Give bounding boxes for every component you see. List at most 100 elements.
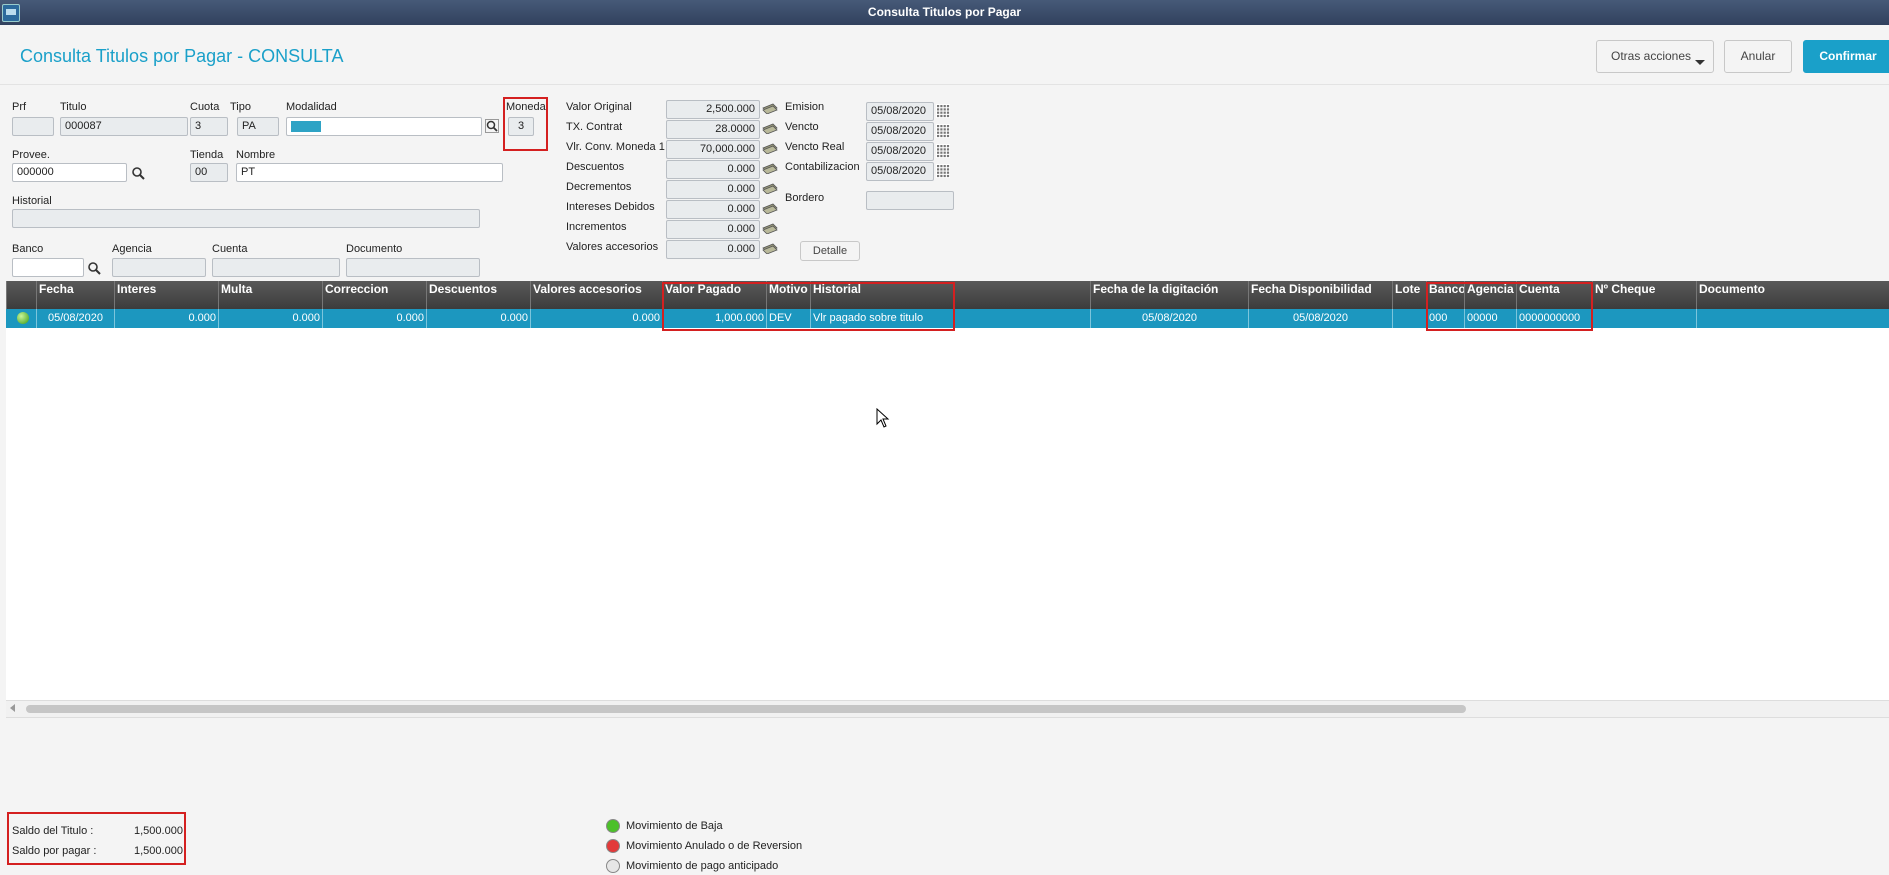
- grid-cell-lote[interactable]: [1392, 309, 1426, 328]
- page-title: Consulta Titulos por Pagar - CONSULTA: [20, 46, 344, 66]
- scrollbar-thumb[interactable]: [26, 705, 1466, 713]
- historial-label: Historial: [12, 195, 52, 207]
- grid-header-col[interactable]: Historial: [810, 281, 1090, 309]
- grid-header-col[interactable]: Agencia: [1464, 281, 1516, 309]
- grid-cell-cuenta[interactable]: 0000000000: [1516, 309, 1592, 328]
- anular-button[interactable]: Anular: [1724, 40, 1792, 73]
- titulo-field[interactable]: 000087: [60, 117, 188, 136]
- grid-header-col[interactable]: Lote: [1392, 281, 1426, 309]
- grid-cell-fecha[interactable]: 05/08/2020: [36, 309, 114, 328]
- otras-acciones-button[interactable]: Otras acciones: [1596, 40, 1714, 73]
- valor-field[interactable]: 28.0000: [666, 120, 760, 139]
- fecha-label: Emision: [785, 101, 825, 113]
- modalidad-search-icon[interactable]: [485, 119, 499, 133]
- banco-search-icon[interactable]: [87, 261, 101, 275]
- grid-header-col[interactable]: Motivo: [766, 281, 810, 309]
- grid-header-col[interactable]: Multa: [218, 281, 322, 309]
- fecha-label: Contabilizacion: [785, 161, 860, 173]
- status-green-dot-icon: [17, 312, 29, 324]
- grid-header-col[interactable]: Cuenta: [1516, 281, 1592, 309]
- nombre-label: Nombre: [236, 149, 276, 161]
- valor-label: Incrementos: [566, 221, 627, 233]
- fecha-field[interactable]: 05/08/2020: [866, 102, 934, 121]
- provee-field[interactable]: 000000: [12, 163, 127, 182]
- moneda-field[interactable]: 3: [508, 117, 534, 136]
- grid-cell-valores-accesorios[interactable]: 0.000: [530, 309, 662, 328]
- grid-cell-historial[interactable]: Vlr pagado sobre titulo: [810, 309, 1090, 328]
- grid-cell-multa[interactable]: 0.000: [218, 309, 322, 328]
- window-title-bar: Consulta Titulos por Pagar: [0, 0, 1889, 25]
- tienda-field[interactable]: 00: [190, 163, 228, 182]
- grid-cell-agencia[interactable]: 00000: [1464, 309, 1516, 328]
- calendar-icon[interactable]: [936, 144, 950, 158]
- calendar-icon[interactable]: [936, 124, 950, 138]
- grid-cell-correccion[interactable]: 0.000: [322, 309, 426, 328]
- confirmar-button[interactable]: Confirmar: [1803, 40, 1889, 73]
- grid-header-col[interactable]: Fecha de la digitación: [1090, 281, 1248, 309]
- grid-cell-fecha-disponibilidad[interactable]: 05/08/2020: [1248, 309, 1392, 328]
- grid-header-col[interactable]: Fecha Disponibilidad: [1248, 281, 1392, 309]
- horizontal-scrollbar[interactable]: [6, 700, 1889, 718]
- money-icon[interactable]: [761, 142, 779, 154]
- valor-field[interactable]: 0.000: [666, 160, 760, 179]
- saldos-highlight-box: [7, 812, 186, 865]
- grid-header-col[interactable]: Valor Pagado: [662, 281, 766, 309]
- grid-cell-motivo[interactable]: DEV: [766, 309, 810, 328]
- bordero-label: Bordero: [785, 192, 825, 204]
- valor-field[interactable]: 0.000: [666, 220, 760, 239]
- nombre-field[interactable]: PT: [236, 163, 503, 182]
- grid-cell-descuentos[interactable]: 0.000: [426, 309, 530, 328]
- cuota-field[interactable]: 3: [190, 117, 228, 136]
- fecha-field[interactable]: 05/08/2020: [866, 162, 934, 181]
- money-icon[interactable]: [761, 202, 779, 214]
- grid-cell-interes[interactable]: 0.000: [114, 309, 218, 328]
- prf-field[interactable]: [12, 117, 54, 136]
- money-icon[interactable]: [761, 122, 779, 134]
- saldo-titulo-value: 1,500.000: [134, 825, 183, 837]
- money-icon[interactable]: [761, 222, 779, 234]
- valor-field[interactable]: 0.000: [666, 200, 760, 219]
- detalle-button[interactable]: Detalle: [800, 241, 860, 261]
- calendar-icon[interactable]: [936, 164, 950, 178]
- scroll-left-arrow-icon[interactable]: [10, 704, 15, 712]
- grid-header-col[interactable]: Descuentos: [426, 281, 530, 309]
- grid-cell-valor-pagado[interactable]: 1,000.000: [662, 309, 766, 328]
- bordero-field[interactable]: [866, 191, 954, 210]
- historial-field[interactable]: [12, 209, 480, 228]
- valor-field[interactable]: 0.000: [666, 240, 760, 259]
- grid-header-col[interactable]: Correccion: [322, 281, 426, 309]
- cuenta-field[interactable]: [212, 258, 340, 277]
- grid-cell-banco[interactable]: 000: [1426, 309, 1464, 328]
- grid-header-col[interactable]: Interes: [114, 281, 218, 309]
- legend-label: Movimiento Anulado o de Reversion: [626, 840, 803, 852]
- modalidad-field[interactable]: [286, 117, 482, 136]
- tipo-label: Tipo: [230, 101, 251, 113]
- valor-field[interactable]: 2,500.000: [666, 100, 760, 119]
- money-icon[interactable]: [761, 102, 779, 114]
- valor-field[interactable]: 70,000.000: [666, 140, 760, 159]
- agencia-field[interactable]: [112, 258, 206, 277]
- provee-search-icon[interactable]: [131, 166, 145, 180]
- calendar-icon[interactable]: [936, 104, 950, 118]
- grid-header-col[interactable]: Valores accesorios: [530, 281, 662, 309]
- grid-header-col[interactable]: Banco: [1426, 281, 1464, 309]
- valor-field[interactable]: 0.000: [666, 180, 760, 199]
- documento-field[interactable]: [346, 258, 480, 277]
- grid-header-col[interactable]: Fecha: [36, 281, 114, 309]
- grid-header-col[interactable]: Documento: [1696, 281, 1883, 309]
- app-icon[interactable]: [2, 4, 20, 22]
- fecha-field[interactable]: 05/08/2020: [866, 122, 934, 141]
- grid-cell-cheque[interactable]: [1592, 309, 1696, 328]
- money-icon[interactable]: [761, 242, 779, 254]
- valor-label: Valor Original: [566, 101, 632, 113]
- grid-header-col[interactable]: Nº Cheque: [1592, 281, 1696, 309]
- money-icon[interactable]: [761, 162, 779, 174]
- grid-cell-documento[interactable]: [1696, 309, 1883, 328]
- modalidad-color-swatch: [291, 121, 321, 132]
- table-row[interactable]: 05/08/2020 0.000 0.000 0.000 0.000 0.000 1,000…: [6, 309, 1889, 328]
- fecha-field[interactable]: 05/08/2020: [866, 142, 934, 161]
- grid-cell-fecha-digitacion[interactable]: 05/08/2020: [1090, 309, 1248, 328]
- tipo-field[interactable]: PA: [237, 117, 279, 136]
- banco-field[interactable]: [12, 258, 84, 277]
- money-icon[interactable]: [761, 182, 779, 194]
